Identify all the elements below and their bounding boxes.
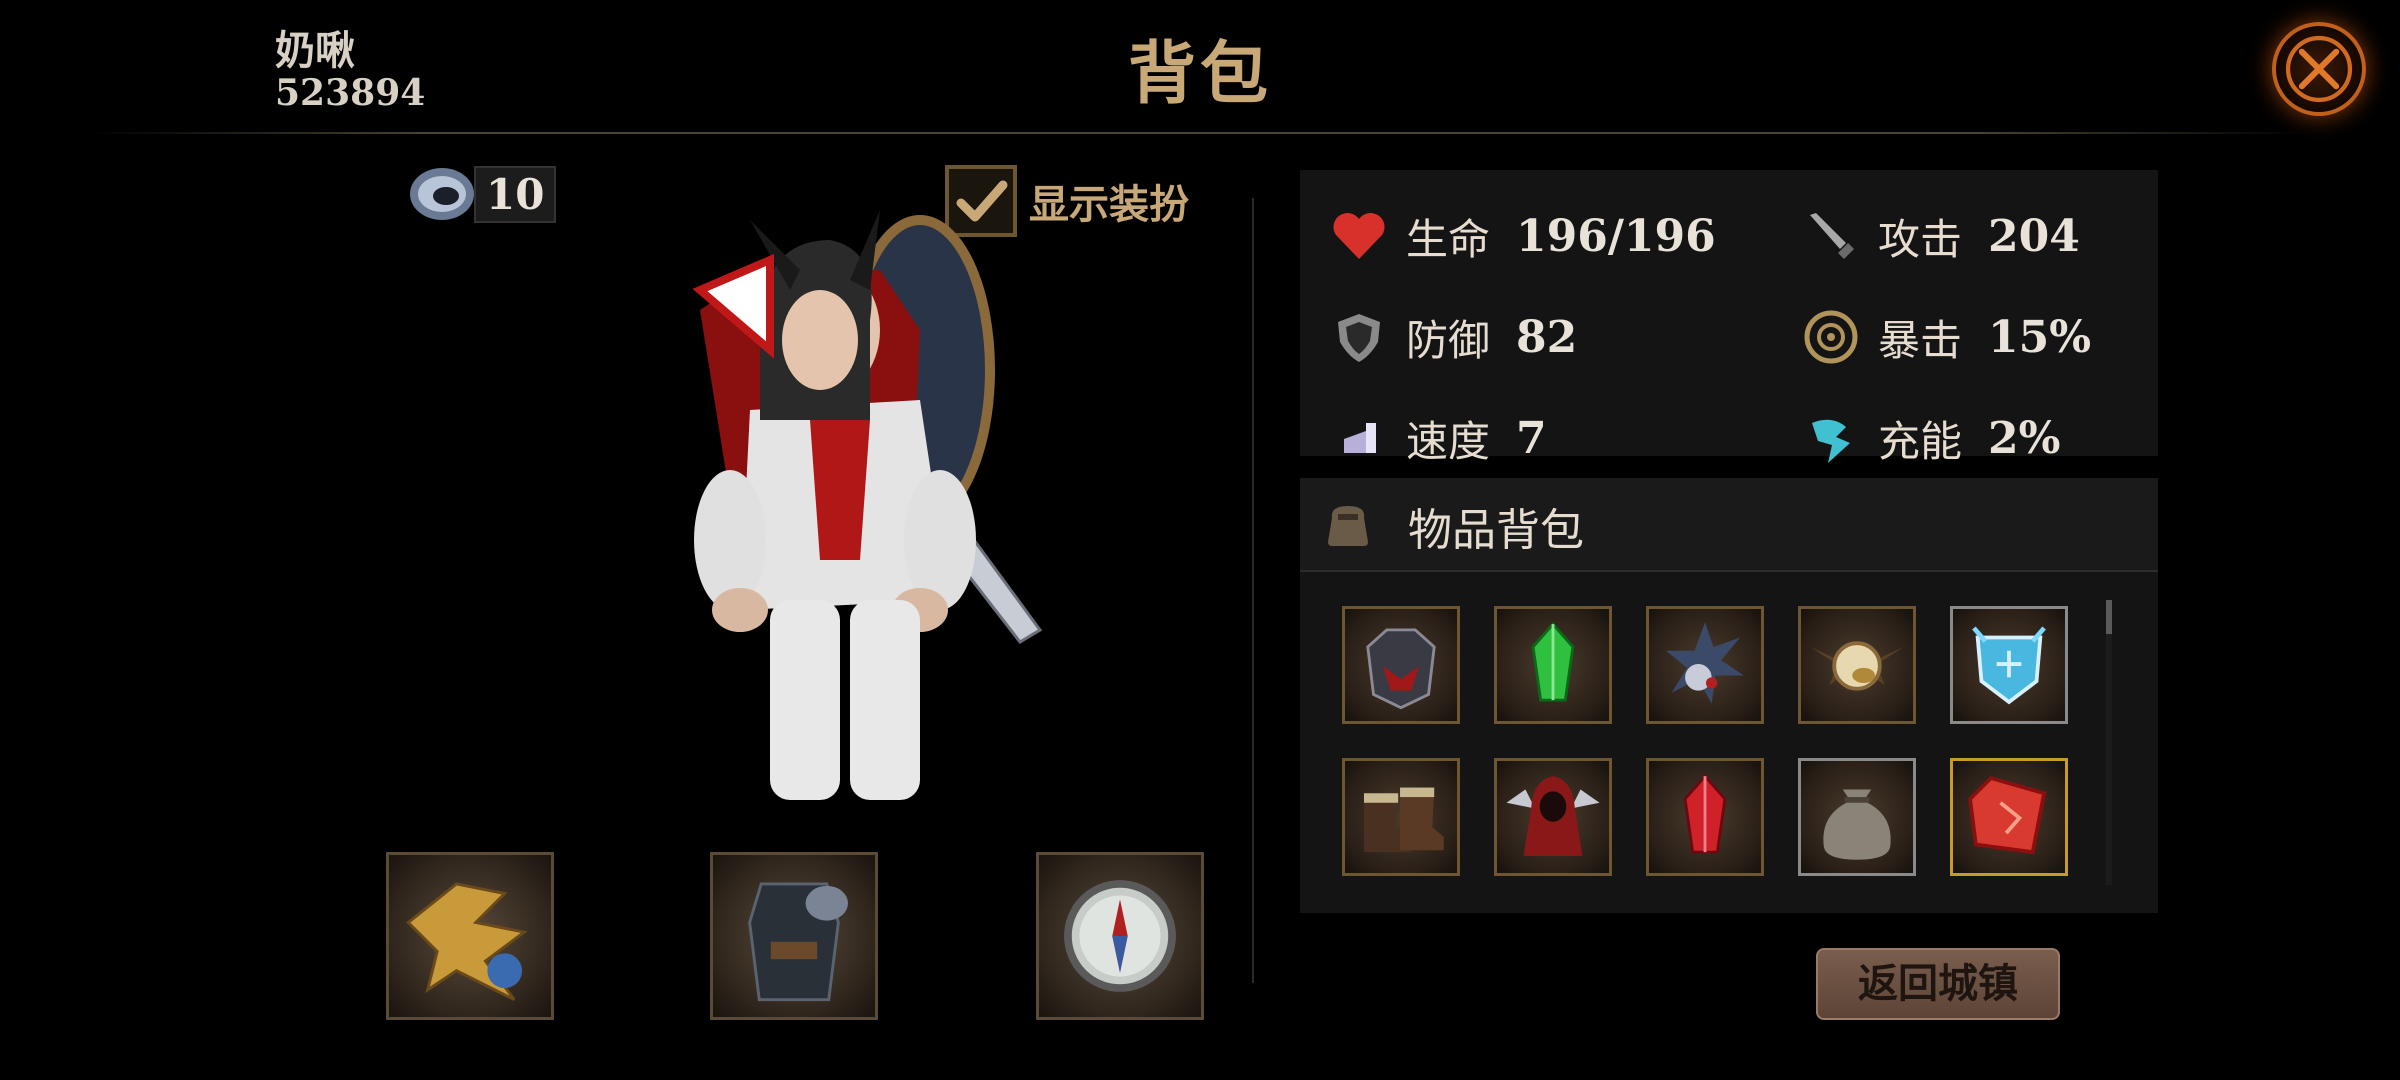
page-title: 背包 bbox=[1127, 34, 1272, 114]
inventory-item[interactable] bbox=[1646, 758, 1764, 876]
stat-value: 82 bbox=[1516, 311, 1578, 363]
inventory-item[interactable] bbox=[1950, 606, 2068, 724]
stat-label: 攻击 bbox=[1878, 214, 1963, 264]
ring-currency-icon bbox=[410, 168, 474, 220]
heart-icon bbox=[1333, 212, 1385, 259]
inventory-item[interactable] bbox=[1342, 758, 1460, 876]
panel-divider bbox=[1252, 198, 1254, 983]
close-icon bbox=[2285, 35, 2353, 103]
demon-helmet-icon bbox=[1366, 628, 1436, 710]
inventory-item[interactable] bbox=[1342, 606, 1460, 724]
inventory-item[interactable] bbox=[1494, 758, 1612, 876]
scrollbar-thumb[interactable] bbox=[2106, 600, 2112, 634]
header-divider bbox=[90, 132, 2310, 134]
stat-value: 7 bbox=[1516, 412, 1547, 464]
ruby-rune-icon bbox=[1968, 775, 2047, 855]
ice-shield-icon bbox=[1972, 626, 2046, 705]
character-model[interactable] bbox=[620, 180, 1080, 820]
inventory-item[interactable] bbox=[1950, 758, 2068, 876]
inventory-item[interactable] bbox=[1798, 606, 1916, 724]
stat-defense: 防御 82 bbox=[1330, 307, 1577, 367]
sword-icon bbox=[1810, 213, 1854, 259]
stat-hp: 生命 196/196 bbox=[1330, 206, 1716, 266]
close-button[interactable] bbox=[2272, 22, 2366, 116]
equip-slot-weapon[interactable] bbox=[386, 852, 554, 1020]
red-hood-armor-icon bbox=[1506, 776, 1600, 856]
pouch-icon bbox=[1328, 506, 1368, 546]
inventory-item[interactable] bbox=[1798, 758, 1916, 876]
currency-display: 10 bbox=[402, 158, 557, 230]
red-crystal-icon bbox=[1683, 774, 1727, 854]
spiked-amulet-icon bbox=[1666, 622, 1744, 704]
stat-value: 196/196 bbox=[1516, 210, 1716, 262]
loot-sack-icon bbox=[1823, 789, 1891, 860]
stat-label: 暴击 bbox=[1878, 315, 1963, 365]
stat-energy: 充能 2% bbox=[1802, 408, 2060, 468]
crit-icon bbox=[1804, 310, 1858, 364]
equip-slot-accessory[interactable] bbox=[1036, 852, 1204, 1020]
inventory-header: 物品背包 bbox=[1300, 478, 2158, 572]
stat-label: 速度 bbox=[1406, 416, 1491, 466]
stat-value: 2% bbox=[1988, 412, 2061, 464]
stat-attack: 攻击 204 bbox=[1802, 206, 2080, 266]
stat-value: 15% bbox=[1988, 311, 2092, 363]
shield-icon bbox=[1338, 314, 1380, 362]
green-crystal-icon bbox=[1531, 622, 1575, 702]
stats-panel: 生命 196/196 攻击 204 防御 82 暴击 15% 速度 7 充能 2… bbox=[1300, 170, 2158, 466]
equip-slot-armor[interactable] bbox=[710, 852, 878, 1020]
golden-wing-weapon-icon bbox=[406, 882, 528, 1001]
stat-value: 204 bbox=[1988, 210, 2080, 262]
compass-icon bbox=[1064, 880, 1176, 992]
boot-icon bbox=[1344, 423, 1376, 453]
return-to-town-button[interactable]: 返回城镇 bbox=[1816, 948, 2060, 1020]
stat-label: 充能 bbox=[1878, 416, 1963, 466]
leather-boots-icon bbox=[1363, 787, 1444, 853]
stat-crit: 暴击 15% bbox=[1802, 307, 2091, 367]
dark-armor-icon bbox=[748, 882, 848, 1002]
energy-icon bbox=[1812, 419, 1850, 463]
inventory-title: 物品背包 bbox=[1408, 505, 1584, 556]
stat-label: 防御 bbox=[1406, 315, 1491, 365]
inventory-scrollbar[interactable] bbox=[2106, 600, 2112, 885]
bat-orb-icon bbox=[1810, 641, 1904, 691]
stat-speed: 速度 7 bbox=[1330, 408, 1547, 468]
inventory-item[interactable] bbox=[1494, 606, 1612, 724]
stat-label: 生命 bbox=[1406, 214, 1491, 264]
currency-value: 10 bbox=[474, 165, 557, 223]
inventory-item[interactable] bbox=[1646, 606, 1764, 724]
